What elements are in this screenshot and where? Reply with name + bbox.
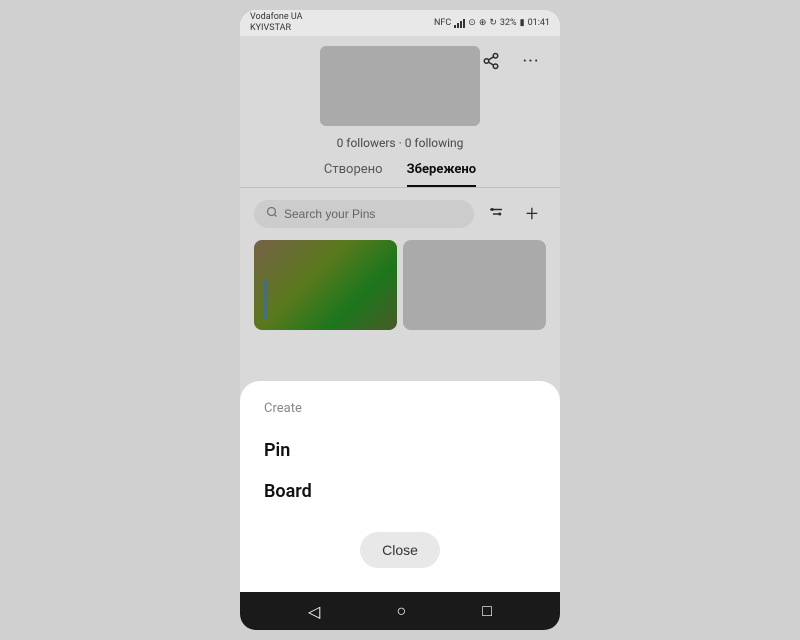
status-icons: NFC ⊙ ⊕ ↻ 32% ▮ 01:41	[434, 18, 550, 28]
recent-apps-button[interactable]: □	[482, 601, 492, 621]
location-icon: ⊕	[479, 18, 487, 28]
sync-icon: ↻	[489, 18, 497, 28]
carrier-info: Vodafone UA KYIVSTAR	[250, 12, 302, 34]
app-content: ··· 0 followers · 0 following Створено З…	[240, 36, 560, 592]
battery-icon: ▮	[520, 18, 525, 28]
create-board-item[interactable]: Board	[264, 471, 536, 512]
status-bar: Vodafone UA KYIVSTAR NFC ⊙ ⊕ ↻ 32% ▮ 01:…	[240, 10, 560, 36]
bottom-sheet: Create Pin Board Close	[240, 381, 560, 592]
close-button[interactable]: Close	[360, 532, 440, 568]
create-pin-item[interactable]: Pin	[264, 430, 536, 471]
back-button[interactable]: ◁	[308, 602, 320, 621]
nfc-icon: NFC	[434, 18, 451, 28]
bottom-nav: ◁ ○ □	[240, 592, 560, 630]
sheet-title: Create	[264, 401, 536, 416]
carrier2-label: KYIVSTAR	[250, 23, 302, 34]
carrier1-label: Vodafone UA	[250, 12, 302, 23]
time-label: 01:41	[528, 18, 550, 28]
wifi-icon: ⊙	[468, 18, 476, 28]
home-button[interactable]: ○	[396, 601, 406, 621]
battery-percent: 32%	[500, 18, 517, 28]
signal-icon	[454, 18, 465, 28]
